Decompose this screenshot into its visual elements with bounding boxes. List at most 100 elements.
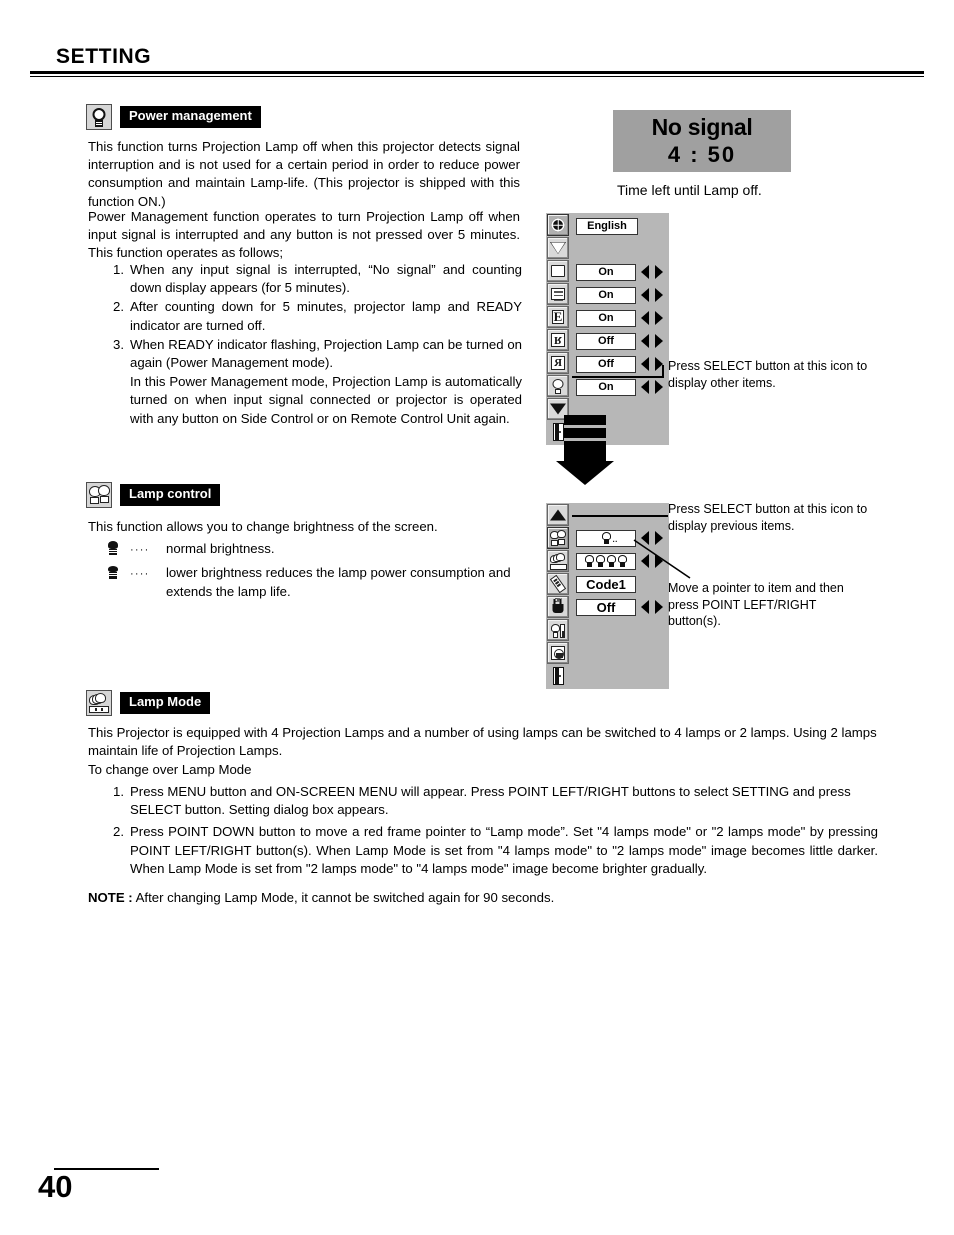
remote-control-code-icon[interactable] bbox=[547, 573, 569, 595]
left-right-arrows-icon[interactable] bbox=[641, 287, 663, 304]
flip-icon[interactable]: R bbox=[547, 352, 569, 374]
setting-menu-page-2[interactable]: ON ·· Code1 Off bbox=[546, 503, 669, 689]
leader-line-3 bbox=[633, 539, 691, 579]
rear-icon[interactable]: R bbox=[547, 329, 569, 351]
osd-no-signal-caption: Time left until Lamp off. bbox=[617, 182, 762, 198]
value-remote-code[interactable]: Code1 bbox=[576, 575, 636, 593]
list-item-text: In this Power Management mode, Projectio… bbox=[130, 374, 522, 426]
value-lamp-control[interactable]: ·· bbox=[576, 529, 636, 547]
ceiling-icon[interactable]: E bbox=[547, 306, 569, 328]
value-power-on[interactable]: Off bbox=[576, 598, 636, 616]
list-item-text: When any input signal is interrupted, “N… bbox=[130, 262, 522, 296]
lamp-counter-icon[interactable] bbox=[547, 619, 569, 641]
list-item-text: After counting down for 5 minutes, proje… bbox=[130, 299, 522, 333]
menu-row-lamp[interactable]: On bbox=[576, 376, 663, 398]
page-title: SETTING bbox=[56, 45, 152, 68]
menu-row-flip[interactable]: Off bbox=[576, 353, 663, 375]
list-item-number: 2. bbox=[113, 824, 124, 840]
lamp-mode-icon[interactable] bbox=[547, 550, 569, 572]
leader-line-2 bbox=[572, 515, 664, 517]
value-lamp-mode[interactable] bbox=[576, 552, 636, 570]
list-item-text: When READY indicator flashing, Projectio… bbox=[130, 336, 522, 371]
menu-row-display[interactable]: On bbox=[576, 284, 663, 306]
value-language[interactable]: English bbox=[576, 217, 638, 235]
lamp-eco-glyph bbox=[104, 564, 130, 582]
lamp-icon[interactable] bbox=[547, 375, 569, 397]
list-item: ···· normal brightness. bbox=[104, 540, 522, 559]
lamp-control-intro: This function allows you to change brigh… bbox=[88, 519, 438, 534]
annotation-display-other-items: Press SELECT button at this icon to disp… bbox=[668, 359, 868, 390]
left-right-arrows-icon[interactable] bbox=[641, 379, 663, 396]
leader-line-1 bbox=[572, 376, 664, 378]
list-item: 3. When READY indicator flashing, Projec… bbox=[104, 336, 522, 372]
keystone-icon[interactable] bbox=[547, 237, 569, 259]
value-blue-back[interactable]: On bbox=[576, 263, 636, 281]
scroll-up-arrow-icon[interactable] bbox=[547, 504, 569, 526]
lamp-mode-paragraph-2: To change over Lamp Mode bbox=[88, 762, 252, 777]
page-header: SETTING bbox=[30, 45, 924, 78]
left-right-arrows-icon[interactable] bbox=[641, 333, 663, 350]
section-heading-power-management: Power management bbox=[86, 104, 261, 130]
left-right-arrows-icon[interactable] bbox=[641, 264, 663, 281]
list-item-number: 1. bbox=[113, 262, 124, 277]
power-plug-on-icon[interactable]: ON bbox=[547, 596, 569, 618]
list-item-text: normal brightness. bbox=[166, 541, 275, 556]
exit-icon[interactable] bbox=[547, 665, 569, 687]
list-item: 2. After counting down for 5 minutes, pr… bbox=[104, 298, 522, 334]
list-item: 2. Press POINT DOWN button to move a red… bbox=[104, 823, 878, 878]
value-ceiling[interactable]: On bbox=[576, 309, 636, 327]
four-lamps-glyph bbox=[585, 555, 628, 567]
list-item-number: 1. bbox=[113, 784, 124, 799]
lamp-mode-icon bbox=[86, 690, 112, 716]
annotation-display-previous-items: Press SELECT button at this icon to disp… bbox=[668, 502, 868, 533]
list-item-number bbox=[104, 373, 130, 428]
lamp-control-icon[interactable] bbox=[547, 527, 569, 549]
flow-down-arrow-icon bbox=[556, 415, 614, 485]
menu-value-column: English On On On Off Off On bbox=[570, 213, 669, 445]
menu-row-power-on[interactable]: Off bbox=[576, 596, 663, 618]
list-item: 1. Press MENU button and ON-SCREEN MENU … bbox=[104, 783, 878, 819]
list-item-text: Press POINT DOWN button to move a red fr… bbox=[130, 824, 878, 876]
annotation-move-pointer: Move a pointer to item and then press PO… bbox=[668, 581, 844, 628]
list-item-number: 3. bbox=[113, 336, 124, 352]
lamp-counter-reset-icon[interactable] bbox=[547, 642, 569, 664]
left-right-arrows-icon[interactable] bbox=[641, 356, 663, 373]
value-lamp[interactable]: On bbox=[576, 378, 636, 396]
osd-no-signal-display: No signal 4 : 50 bbox=[613, 110, 791, 172]
single-lamp-glyph: ·· bbox=[601, 532, 618, 546]
leader-dots: ···· bbox=[130, 544, 150, 556]
leader-dots: ···· bbox=[130, 568, 150, 581]
display-icon[interactable] bbox=[547, 283, 569, 305]
section-label-lamp-mode: Lamp Mode bbox=[120, 692, 211, 714]
list-item-text: lower brightness reduces the lamp power … bbox=[166, 565, 511, 599]
menu-row-keystone bbox=[576, 238, 663, 260]
menu-row-blue-back[interactable]: On bbox=[576, 261, 663, 283]
blue-back-icon[interactable] bbox=[547, 260, 569, 282]
lamp-control-options: ···· normal brightness. ···· lower brigh… bbox=[104, 540, 522, 606]
left-right-arrows-icon[interactable] bbox=[641, 599, 663, 616]
menu-icon-column: ON bbox=[546, 503, 570, 689]
value-display[interactable]: On bbox=[576, 286, 636, 304]
left-right-arrows-icon[interactable] bbox=[641, 310, 663, 327]
menu-icon-column: E R R bbox=[546, 213, 570, 445]
lamp-mode-step-list: 1. Press MENU button and ON-SCREEN MENU … bbox=[104, 783, 878, 879]
setting-menu-page-1[interactable]: E R R English On On On Off Off On bbox=[546, 213, 669, 445]
section-label-lamp-control: Lamp control bbox=[120, 484, 221, 506]
list-item: 1. When any input signal is interrupted,… bbox=[104, 261, 522, 297]
list-item: In this Power Management mode, Projectio… bbox=[104, 373, 522, 428]
list-item-text: Press MENU button and ON-SCREEN MENU wil… bbox=[130, 784, 851, 818]
osd-no-signal-title: No signal bbox=[651, 114, 753, 140]
language-globe-icon[interactable] bbox=[547, 214, 569, 236]
value-rear[interactable]: Off bbox=[576, 332, 636, 350]
section-label-power-management: Power management bbox=[120, 106, 261, 128]
lamp-mode-paragraph-1: This Projector is equipped with 4 Projec… bbox=[88, 725, 877, 759]
lamp-normal-glyph bbox=[104, 540, 130, 558]
menu-row-ceiling[interactable]: On bbox=[576, 307, 663, 329]
section-heading-lamp-control: Lamp control bbox=[86, 482, 221, 508]
power-management-paragraph-2: Power Management function operates to tu… bbox=[88, 209, 520, 261]
menu-row-language[interactable]: English bbox=[576, 215, 663, 237]
menu-row-rear[interactable]: Off bbox=[576, 330, 663, 352]
lamp-control-icon bbox=[86, 482, 112, 508]
osd-countdown-time: 4 : 50 bbox=[667, 142, 737, 167]
value-flip[interactable]: Off bbox=[576, 355, 636, 373]
